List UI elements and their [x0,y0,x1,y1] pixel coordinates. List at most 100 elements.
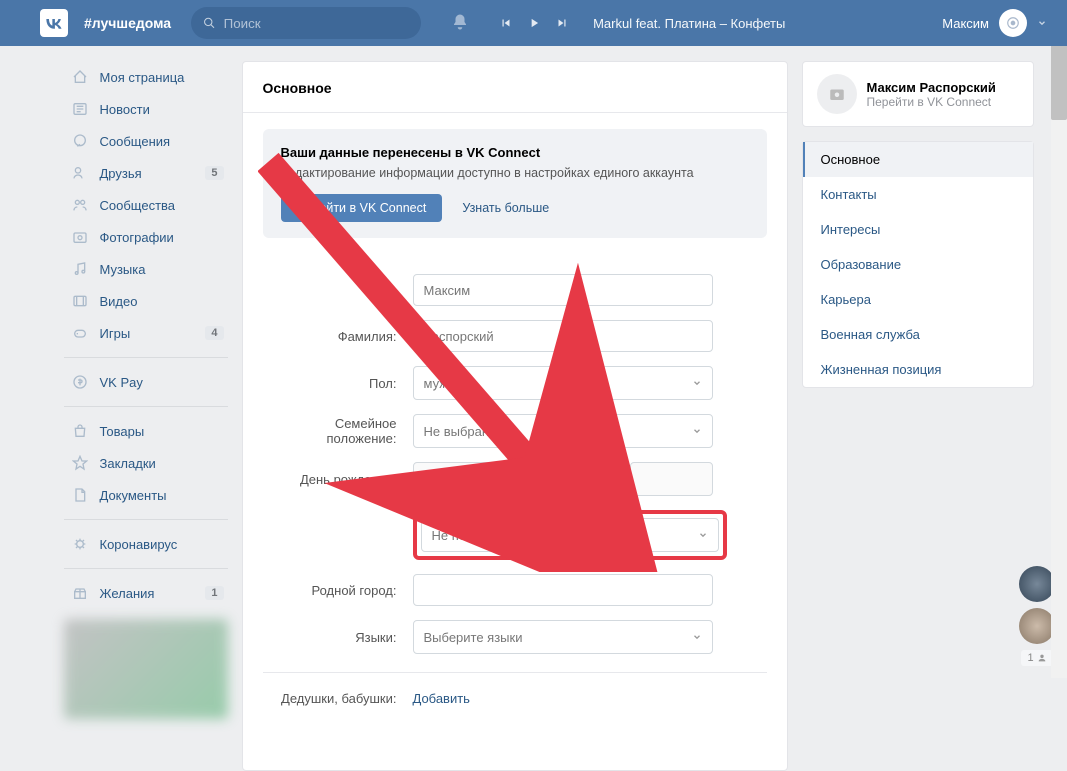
scrollbar[interactable] [1051,0,1067,678]
online-count[interactable]: 1 [1021,650,1052,666]
grandparents-label: Дедушки, бабушки: [263,691,413,706]
profile-head[interactable]: Максим Распорский Перейти в VK Connect [803,62,1033,126]
sidebar-item-photos[interactable]: Фотографии [64,221,228,253]
messages-icon [70,131,90,151]
username: Максим [942,16,989,31]
home-icon [70,67,90,87]
docs-icon [70,485,90,505]
search-box[interactable] [191,7,421,39]
sidebar-item-wishes[interactable]: Желания 1 [64,577,228,609]
vkconnect-notice: Ваши данные перенесены в VK Connect Реда… [263,129,767,238]
nav-item-interests[interactable]: Интересы [803,212,1033,247]
page-title: Основное [243,62,787,113]
chevron-down-icon [698,530,708,540]
hashtag[interactable]: #лучшедома [84,15,171,31]
languages-label: Языки: [263,630,413,645]
sidebar-item-messages[interactable]: Сообщения [64,125,228,157]
gender-label: Пол: [263,376,413,391]
profile-sub: Перейти в VK Connect [867,95,996,109]
friend-bubble[interactable] [1019,608,1055,644]
sidebar-left: Моя страница Новости Сообщения Друзья 5 … [64,61,228,771]
sidebar-item-bookmarks[interactable]: Закладки [64,447,228,479]
play-icon[interactable] [527,16,541,30]
marital-select[interactable]: Не выбрано [413,414,713,448]
right-column: Максим Распорский Перейти в VK Connect О… [802,61,1034,771]
sidebar-item-mypage[interactable]: Моя страница [64,61,228,93]
sidebar-ad-thumb[interactable] [64,619,228,719]
dob-label: День рождения: [263,472,413,487]
profile-name: Максим Распорский [867,80,996,95]
friends-icon [70,163,90,183]
next-track-icon[interactable] [555,16,569,30]
divider [263,672,767,673]
name-input[interactable] [413,274,713,306]
go-vkconnect-button[interactable]: Перейти в VK Connect [281,194,443,222]
floating-friends: 1 [1019,566,1055,666]
nav-item-education[interactable]: Образование [803,247,1033,282]
badge: 5 [205,166,223,180]
main-content: Основное Ваши данные перенесены в VK Con… [242,61,788,771]
profile-avatar [817,74,857,114]
separator [64,357,228,358]
notifications-icon[interactable] [451,13,469,34]
user-menu[interactable]: Максим [942,9,1047,37]
surname-input[interactable] [413,320,713,352]
nav-item-career[interactable]: Карьера [803,282,1033,317]
notice-title: Ваши данные перенесены в VK Connect [281,145,749,160]
sidebar-item-vkpay[interactable]: VK Pay [64,366,228,398]
sidebar-item-docs[interactable]: Документы [64,479,228,511]
annotation-highlight: Не показывать дату рождения [413,510,727,560]
learn-more-link[interactable]: Узнать больше [462,201,549,215]
profile-card: Максим Распорский Перейти в VK Connect [802,61,1034,127]
vkpay-icon [70,372,90,392]
sidebar-item-video[interactable]: Видео [64,285,228,317]
vk-logo[interactable] [40,9,68,37]
games-icon [70,323,90,343]
hometown-label: Родной город: [263,583,413,598]
separator [64,519,228,520]
name-label: Имя: [263,283,413,298]
market-icon [70,421,90,441]
gender-select[interactable]: мужской [413,366,713,400]
add-grandparents-link[interactable]: Добавить [413,691,470,706]
sidebar-item-coronavirus[interactable]: Коронавирус [64,528,228,560]
separator [64,406,228,407]
languages-select[interactable]: Выберите языки [413,620,713,654]
badge: 4 [205,326,223,340]
avatar [999,9,1027,37]
music-player: Markul feat. Платина – Конфеты [499,16,785,31]
profile-form: Имя: Фамилия: Пол: мужской Семейное поло… [243,254,787,740]
dob-year-select[interactable] [630,462,713,496]
topbar: #лучшедома Markul feat. Платина – Конфет… [0,0,1067,46]
sidebar-item-games[interactable]: Игры 4 [64,317,228,349]
friend-bubble[interactable] [1019,566,1055,602]
prev-track-icon[interactable] [499,16,513,30]
wishes-icon [70,583,90,603]
sidebar-item-music[interactable]: Музыка [64,253,228,285]
nav-item-military[interactable]: Военная служба [803,317,1033,352]
chevron-down-icon [692,378,702,388]
nav-item-contacts[interactable]: Контакты [803,177,1033,212]
dob-privacy-select[interactable]: Не показывать дату рождения [421,518,719,552]
now-playing[interactable]: Markul feat. Платина – Конфеты [593,16,785,31]
star-icon [70,453,90,473]
nav-item-main[interactable]: Основное [803,142,1033,177]
sidebar-item-news[interactable]: Новости [64,93,228,125]
dob-day-select[interactable] [413,462,496,496]
settings-nav: Основное Контакты Интересы Образование К… [802,141,1034,388]
search-input[interactable] [224,16,409,31]
chevron-down-icon [692,426,702,436]
video-icon [70,291,90,311]
badge: 1 [205,586,223,600]
sidebar-item-groups[interactable]: Сообщества [64,189,228,221]
separator [64,568,228,569]
marital-label: Семейное положение: [263,416,413,446]
dob-month-select[interactable] [501,462,624,496]
music-icon [70,259,90,279]
groups-icon [70,195,90,215]
sidebar-item-friends[interactable]: Друзья 5 [64,157,228,189]
sidebar-item-market[interactable]: Товары [64,415,228,447]
chevron-down-icon [1037,18,1047,28]
hometown-input[interactable] [413,574,713,606]
nav-item-personal[interactable]: Жизненная позиция [803,352,1033,387]
